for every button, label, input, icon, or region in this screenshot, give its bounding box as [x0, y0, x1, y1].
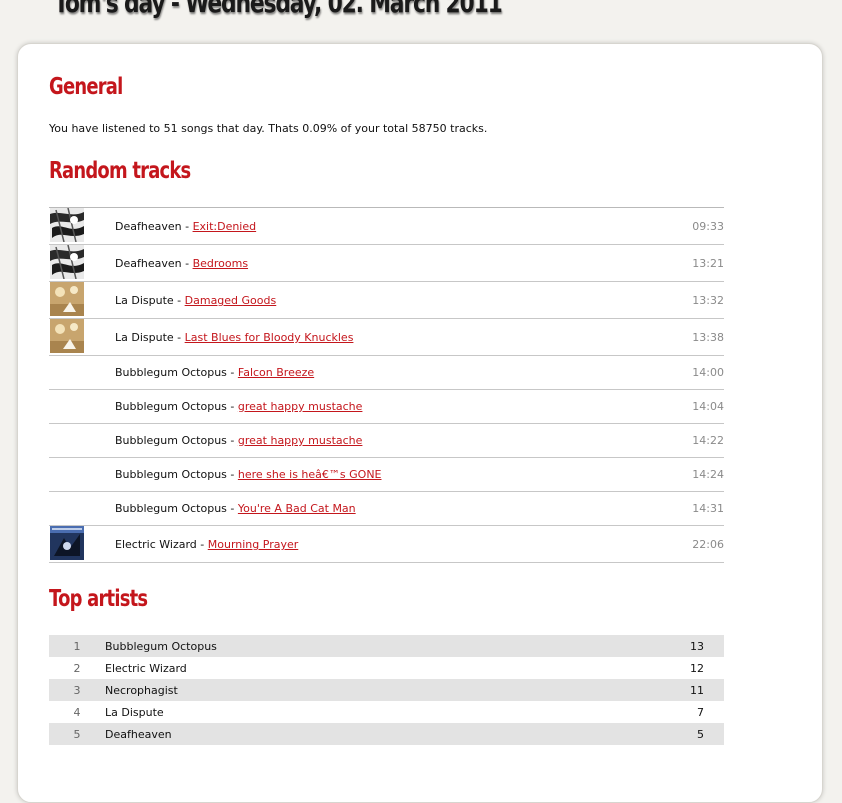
cover-deafheaven-image	[50, 245, 84, 279]
track-text: Electric Wizard - Mourning Prayer	[115, 538, 298, 551]
track-text: La Dispute - Last Blues for Bloody Knuck…	[115, 331, 353, 344]
track-artist: Deafheaven	[115, 257, 182, 270]
track-title-link[interactable]: Bedrooms	[193, 257, 248, 270]
artist-name: Deafheaven	[105, 723, 580, 745]
track-text: Deafheaven - Bedrooms	[115, 257, 248, 270]
track-row: Deafheaven - Exit:Denied 09:33	[49, 208, 724, 245]
separator: -	[226, 400, 238, 413]
track-title-link[interactable]: Damaged Goods	[185, 294, 277, 307]
content-card: General You have listened to 51 songs th…	[17, 43, 823, 803]
artist-name: Electric Wizard	[105, 661, 187, 675]
track-title-link[interactable]: great happy mustache	[238, 400, 363, 413]
track-text: La Dispute - Damaged Goods	[115, 294, 276, 307]
track-text: Bubblegum Octopus - Falcon Breeze	[115, 366, 314, 379]
track-title-link[interactable]: here she is heâ€™s GONE	[238, 468, 382, 481]
artist-row: 2 Electric Wizard 12	[49, 657, 724, 679]
track-text: Bubblegum Octopus - You're A Bad Cat Man	[115, 502, 356, 515]
track-title-link[interactable]: Exit:Denied	[193, 220, 257, 233]
artist-rank: 5	[49, 723, 105, 745]
track-title-link[interactable]: Last Blues for Bloody Knuckles	[185, 331, 354, 344]
track-artist: Bubblegum Octopus	[115, 502, 227, 515]
top-artists-heading: Top artists	[49, 586, 148, 612]
separator: -	[226, 502, 238, 515]
page-title: Tom's day - Wednesday, 02. March 2011	[54, 0, 503, 19]
track-time: 09:33	[692, 220, 724, 233]
artist-row: 3 Necrophagist 11	[49, 679, 724, 701]
track-row: Bubblegum Octopus - here she is heâ€™s G…	[49, 458, 724, 492]
track-text: Bubblegum Octopus - here she is heâ€™s G…	[115, 468, 382, 481]
track-artist: La Dispute	[115, 294, 174, 307]
track-row: Bubblegum Octopus - great happy mustache…	[49, 390, 724, 424]
track-row: Electric Wizard - Mourning Prayer 22:06	[49, 526, 724, 563]
cover-la-dispute-image	[50, 282, 84, 316]
artist-play-count: 7	[697, 705, 704, 719]
top-artists-table: 1 Bubblegum Octopus 13 2 Electric Wizard 12 3 N…	[49, 635, 724, 745]
track-time: 13:21	[692, 257, 724, 270]
artist-name: La Dispute	[105, 705, 164, 719]
track-title-link[interactable]: great happy mustache	[238, 434, 363, 447]
separator: -	[226, 366, 238, 379]
track-text: Bubblegum Octopus - great happy mustache	[115, 434, 362, 447]
track-row: Deafheaven - Bedrooms 13:21	[49, 245, 724, 282]
track-time: 22:06	[692, 538, 724, 551]
general-heading: General	[49, 74, 123, 100]
artist-name: Necrophagist	[105, 679, 580, 701]
track-time: 14:22	[692, 434, 724, 447]
track-time: 13:38	[692, 331, 724, 344]
track-artist: Bubblegum Octopus	[115, 400, 227, 413]
separator: -	[226, 468, 238, 481]
separator: -	[226, 434, 238, 447]
artist-row: 1 Bubblegum Octopus 13	[49, 635, 724, 657]
track-row: La Dispute - Damaged Goods 13:32	[49, 282, 724, 319]
artist-rank: 1	[49, 635, 105, 657]
artist-play-count: 11	[579, 679, 724, 701]
track-time: 14:24	[692, 468, 724, 481]
separator: -	[181, 220, 193, 233]
artist-play-count: 13	[579, 635, 724, 657]
separator: -	[196, 538, 208, 551]
track-row: Bubblegum Octopus - great happy mustache…	[49, 424, 724, 458]
listening-summary: You have listened to 51 songs that day. …	[49, 122, 488, 135]
track-artist: Bubblegum Octopus	[115, 366, 227, 379]
artist-rank: 2	[73, 661, 81, 675]
track-time: 14:00	[692, 366, 724, 379]
cover-electric-wizard-image	[50, 526, 84, 560]
artist-name: Bubblegum Octopus	[105, 635, 580, 657]
track-title-link[interactable]: Falcon Breeze	[238, 366, 314, 379]
separator: -	[173, 331, 185, 344]
track-artist: Deafheaven	[115, 220, 182, 233]
track-text: Deafheaven - Exit:Denied	[115, 220, 256, 233]
artist-play-count: 5	[579, 723, 724, 745]
random-tracks-list: Deafheaven - Exit:Denied 09:33 Deafheaven…	[49, 207, 724, 563]
track-artist: La Dispute	[115, 331, 174, 344]
track-row: Bubblegum Octopus - You're A Bad Cat Man…	[49, 492, 724, 526]
track-title-link[interactable]: You're A Bad Cat Man	[238, 502, 356, 515]
cover-deafheaven-image	[50, 208, 84, 242]
separator: -	[173, 294, 185, 307]
separator: -	[181, 257, 193, 270]
artist-rank: 3	[49, 679, 105, 701]
track-time: 14:31	[692, 502, 724, 515]
cover-la-dispute-image	[50, 319, 84, 353]
track-time: 13:32	[692, 294, 724, 307]
artist-row: 4 La Dispute 7	[49, 701, 724, 723]
artist-rank: 4	[73, 705, 81, 719]
track-text: Bubblegum Octopus - great happy mustache	[115, 400, 362, 413]
artist-play-count: 12	[690, 661, 704, 675]
track-title-link[interactable]: Mourning Prayer	[208, 538, 299, 551]
track-row: La Dispute - Last Blues for Bloody Knuck…	[49, 319, 724, 356]
random-tracks-heading: Random tracks	[49, 158, 191, 184]
track-time: 14:04	[692, 400, 724, 413]
track-artist: Bubblegum Octopus	[115, 434, 227, 447]
track-artist: Bubblegum Octopus	[115, 468, 227, 481]
track-row: Bubblegum Octopus - Falcon Breeze 14:00	[49, 356, 724, 390]
artist-row: 5 Deafheaven 5	[49, 723, 724, 745]
track-artist: Electric Wizard	[115, 538, 197, 551]
